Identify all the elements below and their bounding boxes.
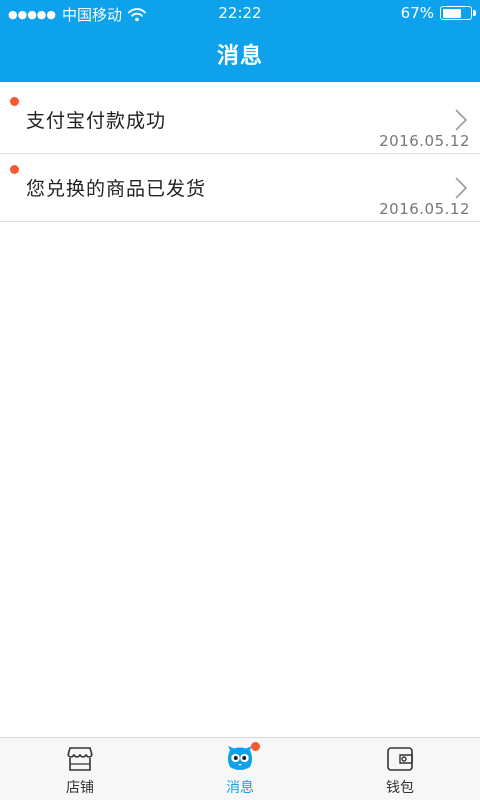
message-item[interactable]: 您兑换的商品已发货 2016.05.12 (0, 154, 480, 222)
tab-messages[interactable]: 消息 (160, 738, 320, 800)
header: ●●●●● 中国移动 22:22 67% 消息 (0, 0, 480, 82)
chevron-right-icon (455, 109, 468, 131)
store-icon (64, 744, 96, 774)
message-text: 您兑换的商品已发货 (26, 178, 207, 200)
owl-message-icon (224, 742, 260, 774)
battery-cap (473, 10, 476, 16)
unread-dot (10, 97, 19, 106)
wallet-icon (384, 744, 416, 774)
page-title: 消息 (216, 44, 263, 69)
unread-dot (10, 165, 19, 174)
message-list: 支付宝付款成功 2016.05.12 您兑换的商品已发货 2016.05.12 (0, 86, 480, 222)
message-item[interactable]: 支付宝付款成功 2016.05.12 (0, 86, 480, 154)
chevron-right-icon (455, 177, 468, 199)
status-bar: ●●●●● 中国移动 22:22 67% (0, 0, 480, 28)
tab-label: 钱包 (386, 780, 414, 796)
tab-label: 店铺 (66, 780, 94, 796)
tab-bar: 店铺 消息 钱包 (0, 737, 480, 800)
battery-percent: 67% (400, 4, 434, 22)
tab-wallet[interactable]: 钱包 (320, 738, 480, 800)
message-date: 2016.05.12 (379, 132, 470, 150)
status-right: 67% (400, 4, 476, 22)
message-date: 2016.05.12 (379, 200, 470, 218)
tab-label: 消息 (226, 780, 254, 796)
notification-badge (251, 742, 260, 751)
tab-store[interactable]: 店铺 (0, 738, 160, 800)
message-text: 支付宝付款成功 (26, 110, 167, 132)
battery-fill (442, 8, 461, 18)
battery-icon (440, 6, 476, 20)
